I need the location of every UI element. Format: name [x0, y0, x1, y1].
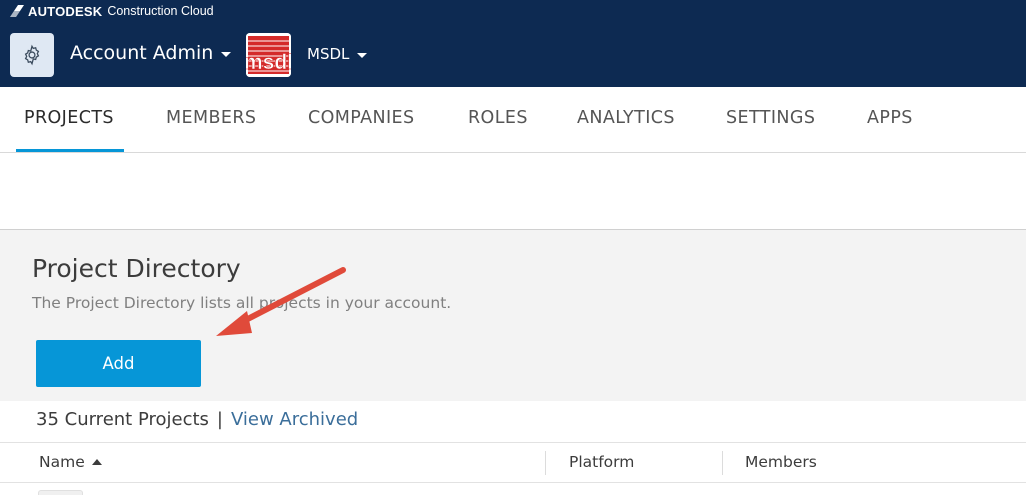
active-tab-indicator [16, 149, 124, 152]
gear-icon [24, 44, 40, 66]
tab-settings[interactable]: SETTINGS [726, 108, 815, 128]
org-logo-text: msdl [246, 51, 291, 74]
column-divider [545, 451, 546, 475]
column-header-platform[interactable]: Platform [569, 453, 634, 471]
account-admin-dropdown[interactable]: Account Admin [70, 42, 232, 64]
table-row-checkbox[interactable] [38, 490, 83, 495]
tab-apps[interactable]: APPS [867, 108, 913, 128]
org-name-label: MSDL [307, 45, 350, 63]
project-directory-panel: Project Directory The Project Directory … [0, 229, 1026, 401]
settings-gear-button[interactable] [10, 33, 54, 77]
chevron-down-icon [221, 51, 232, 57]
brand-product: Construction Cloud [107, 4, 214, 18]
org-logo-image: msdl [246, 33, 291, 77]
column-header-name[interactable]: Name [39, 453, 102, 471]
top-header-bar: AUTODESK Construction Cloud Account Admi… [0, 0, 1026, 87]
page-subtitle: The Project Directory lists all projects… [32, 294, 452, 312]
tab-projects[interactable]: PROJECTS [24, 108, 114, 128]
separator: | [216, 409, 223, 430]
tab-analytics[interactable]: ANALYTICS [577, 108, 675, 128]
tab-companies[interactable]: COMPANIES [308, 108, 415, 128]
autodesk-logo-icon [10, 5, 24, 17]
page-title: Project Directory [32, 254, 241, 283]
autodesk-brand: AUTODESK Construction Cloud [10, 3, 214, 19]
column-members-label: Members [745, 453, 817, 471]
projects-table-header: Name Platform Members [0, 442, 1026, 483]
main-nav-tabs: PROJECTS MEMBERS COMPANIES ROLES ANALYTI… [0, 87, 1026, 153]
tab-members[interactable]: MEMBERS [166, 108, 256, 128]
column-header-members[interactable]: Members [745, 453, 817, 471]
project-count-row: 35 Current Projects | View Archived [36, 409, 358, 430]
column-divider [722, 451, 723, 475]
tab-roles[interactable]: ROLES [468, 108, 528, 128]
view-archived-link[interactable]: View Archived [231, 409, 358, 430]
add-project-button[interactable]: Add [36, 340, 201, 387]
column-name-label: Name [39, 453, 85, 471]
project-count: 35 Current Projects [36, 409, 209, 430]
chevron-down-icon [357, 52, 368, 58]
account-admin-label: Account Admin [70, 42, 214, 64]
org-logo: msdl [246, 33, 291, 77]
org-selector-dropdown[interactable]: MSDL [307, 45, 368, 63]
column-platform-label: Platform [569, 453, 635, 471]
sort-ascending-icon [91, 459, 102, 465]
brand-name: AUTODESK [28, 3, 103, 19]
